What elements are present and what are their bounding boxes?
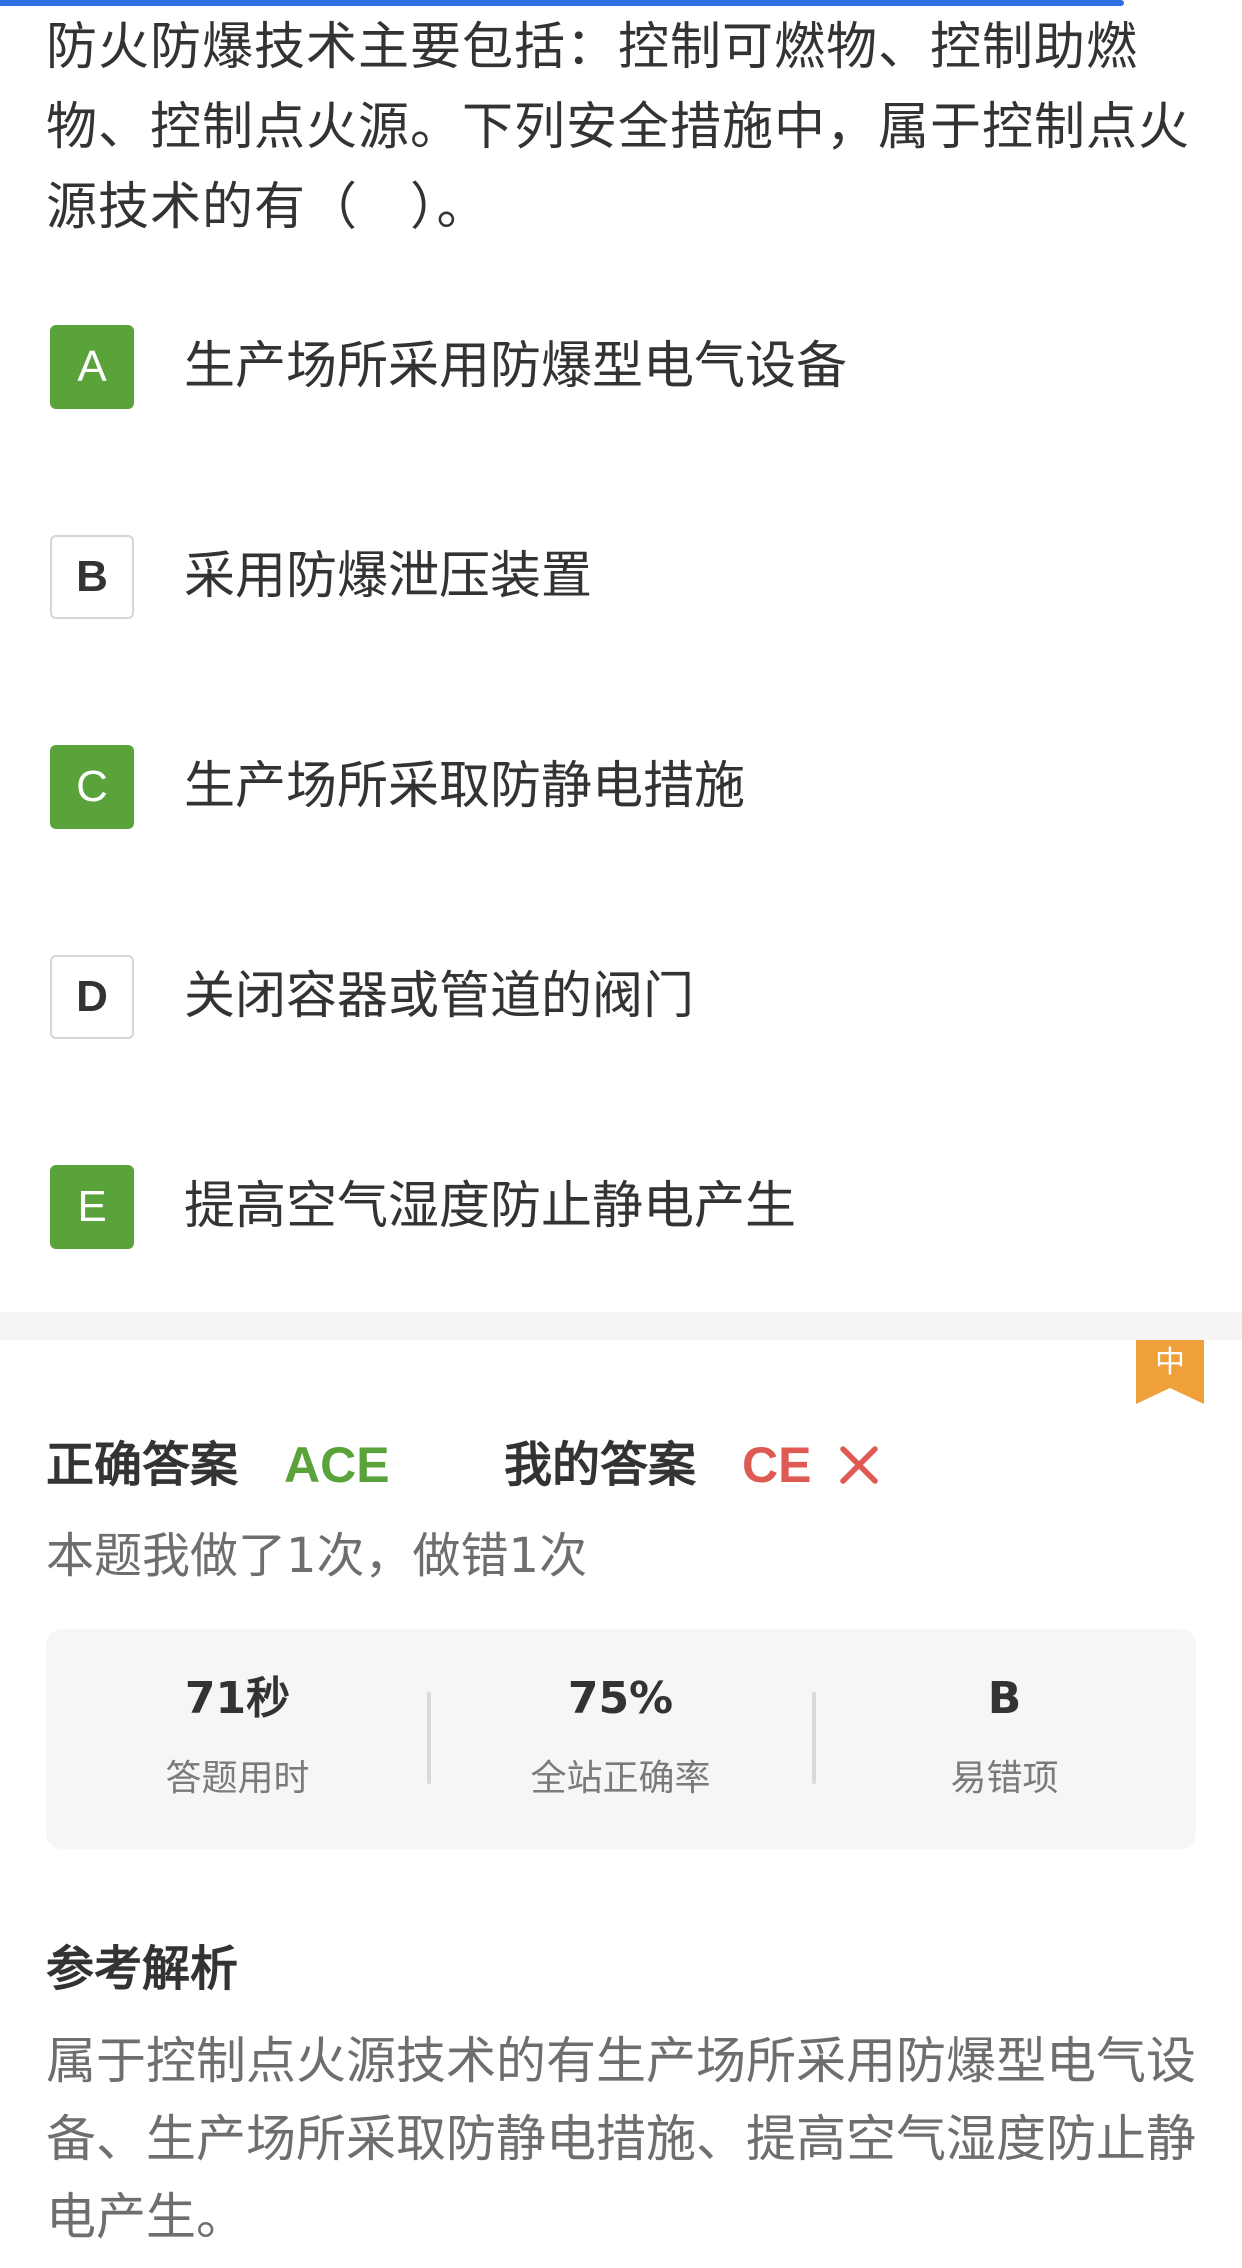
- option-c-badge[interactable]: C: [50, 745, 134, 829]
- stat-time-caption: 答题用时: [165, 1758, 310, 1799]
- analysis-body: 属于控制点火源技术的有生产场所采用防爆型电气设备、生产场所采取防静电措施、提高空…: [46, 2032, 1196, 2246]
- difficulty-tag: 中: [1136, 1340, 1204, 1404]
- option-a-badge[interactable]: A: [50, 325, 134, 409]
- question-text: 防火防爆技术主要包括：控制可燃物、控制助燃物、控制点火源。下列安全措施中，属于控…: [46, 18, 1191, 237]
- options-list: A 生产场所采用防爆型电气设备 B 采用防爆泄压装置 C 生产场所采取防静电措施…: [0, 316, 1242, 1366]
- close-icon: [840, 1446, 878, 1484]
- stat-time: 71秒 答题用时: [46, 1629, 429, 1849]
- correct-answer-value: ACE: [284, 1437, 390, 1493]
- my-answer-value: CE: [742, 1437, 812, 1493]
- stat-common-mistake: B 易错项: [813, 1629, 1196, 1849]
- option-b-text: 采用防爆泄压装置: [184, 547, 593, 606]
- correct-answer-label: 正确答案: [46, 1437, 239, 1493]
- option-c[interactable]: C 生产场所采取防静电措施: [0, 736, 1242, 946]
- option-b-badge[interactable]: B: [50, 535, 134, 619]
- stat-common-mistake-caption: 易错项: [950, 1758, 1059, 1799]
- option-a-text: 生产场所采用防爆型电气设备: [184, 337, 848, 396]
- my-answer-label: 我的答案: [504, 1437, 697, 1493]
- answer-row: 正确答案 ACE 我的答案 CE: [46, 1430, 1196, 1500]
- option-d[interactable]: D 关闭容器或管道的阀门: [0, 946, 1242, 1156]
- option-c-text: 生产场所采取防静电措施: [184, 757, 746, 816]
- section-divider: [0, 1312, 1242, 1340]
- stats-card: 71秒 答题用时 75% 全站正确率 B 易错项: [46, 1629, 1196, 1849]
- option-d-text: 关闭容器或管道的阀门: [184, 967, 695, 1026]
- option-e-badge[interactable]: E: [50, 1165, 134, 1249]
- progress-bar: [0, 0, 1124, 6]
- stat-common-mistake-value: B: [987, 1673, 1022, 1724]
- attempt-history: 本题我做了1次，做错1次: [46, 1528, 588, 1584]
- option-e-text: 提高空气湿度防止静电产生: [184, 1177, 797, 1236]
- stat-accuracy-caption: 全站正确率: [530, 1758, 711, 1799]
- option-b[interactable]: B 采用防爆泄压装置: [0, 526, 1242, 736]
- stat-accuracy: 75% 全站正确率: [429, 1629, 812, 1849]
- option-d-badge[interactable]: D: [50, 955, 134, 1039]
- analysis-title: 参考解析: [46, 1941, 239, 1997]
- option-a[interactable]: A 生产场所采用防爆型电气设备: [0, 316, 1242, 526]
- stat-time-value: 71秒: [184, 1673, 291, 1724]
- stat-accuracy-value: 75%: [567, 1673, 674, 1724]
- difficulty-label: 中: [1155, 1345, 1185, 1380]
